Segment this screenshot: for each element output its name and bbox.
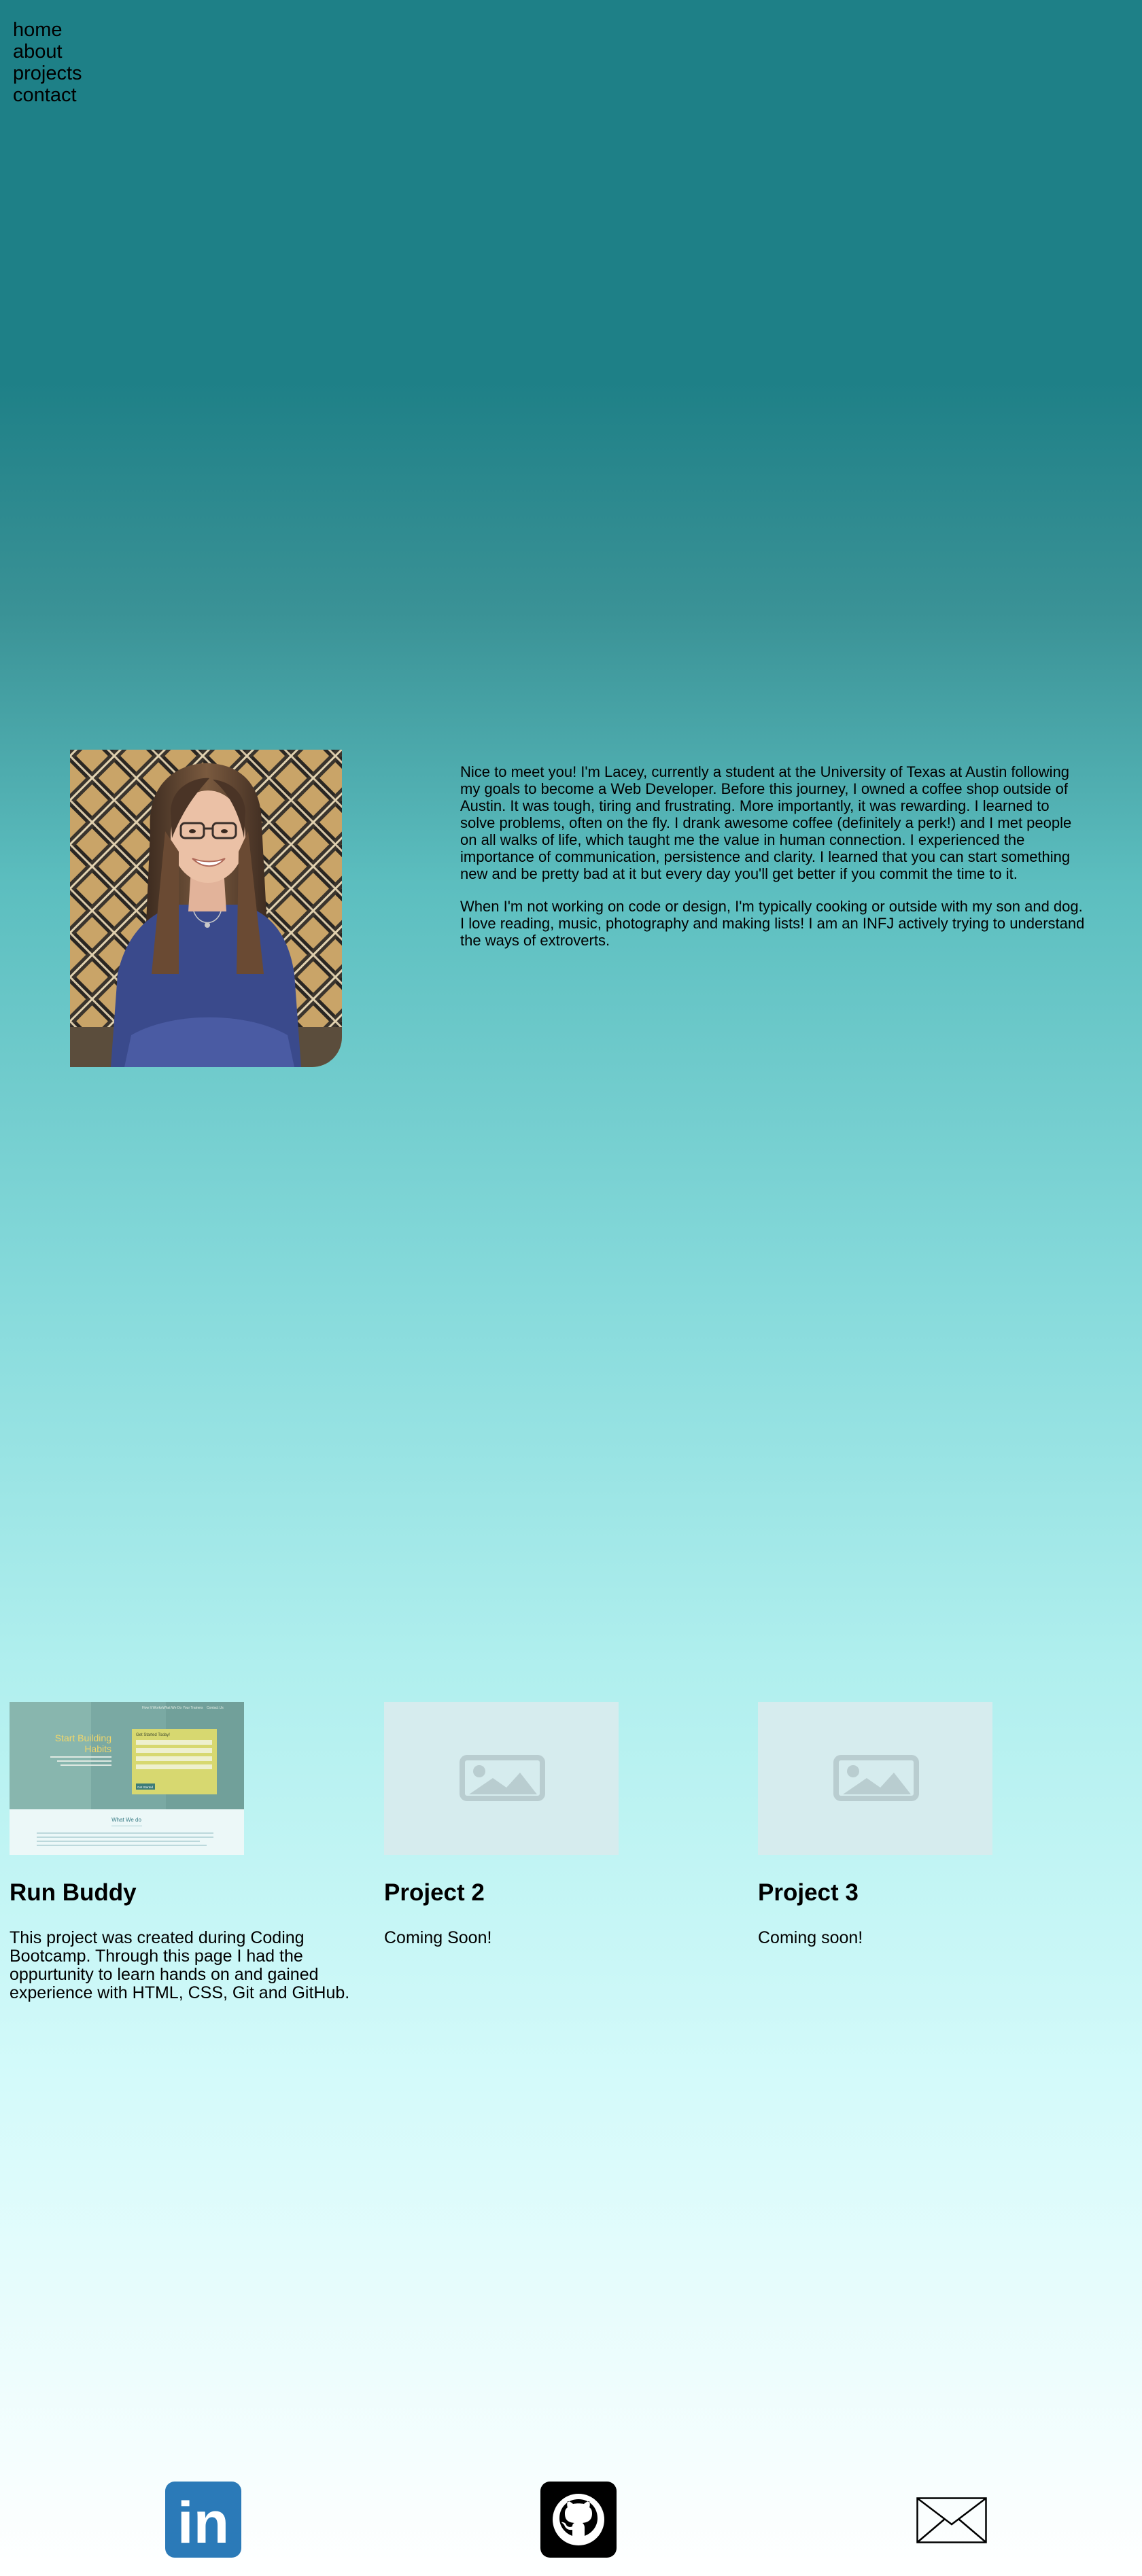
project-card-3: Project 3 Coming soon! bbox=[758, 1702, 1132, 1947]
about-paragraph-1: Nice to meet you! I'm Lacey, currently a… bbox=[460, 763, 1072, 882]
nav-link-home[interactable]: home bbox=[13, 19, 122, 41]
thumb-hero-title-1: Start Building bbox=[55, 1733, 111, 1743]
project-card-2: Project 2 Coming Soon! bbox=[384, 1702, 758, 1947]
github-icon bbox=[540, 2482, 617, 2558]
linkedin-link[interactable]: in bbox=[165, 2482, 241, 2561]
email-link[interactable] bbox=[916, 2497, 987, 2547]
nav-link-about[interactable]: about bbox=[13, 41, 122, 63]
nav-link-projects[interactable]: projects bbox=[13, 63, 122, 84]
project-card-run-buddy: How It Works What We Do Your Trainers Co… bbox=[10, 1702, 383, 2002]
thumb-nav-2: What We Do bbox=[162, 1706, 181, 1710]
project-thumbnail-2[interactable] bbox=[384, 1702, 619, 1855]
linkedin-icon: in bbox=[165, 2482, 241, 2558]
project-title: Run Buddy bbox=[10, 1879, 137, 1906]
thumb-nav-3: Your Trainers bbox=[183, 1706, 203, 1710]
project-description: Coming Soon! bbox=[384, 1928, 492, 1947]
project-thumbnail-run-buddy[interactable]: How It Works What We Do Your Trainers Co… bbox=[10, 1702, 244, 1855]
about-paragraph-2: When I'm not working on code or design, … bbox=[460, 898, 1085, 949]
linkedin-glyph: in bbox=[177, 2490, 229, 2556]
thumb-hero-title-2: Habits bbox=[84, 1743, 111, 1754]
github-link[interactable] bbox=[540, 2482, 617, 2561]
project-title: Project 3 bbox=[758, 1879, 859, 1906]
project-title: Project 2 bbox=[384, 1879, 485, 1906]
nav-link-contact[interactable]: contact bbox=[13, 84, 122, 106]
project-thumbnail-3[interactable] bbox=[758, 1702, 992, 1855]
thumb-form-button: Get Started bbox=[137, 1786, 154, 1789]
project-description: Coming soon! bbox=[758, 1928, 863, 1947]
thumb-section-title: What We do bbox=[111, 1817, 141, 1823]
thumb-nav-1: How It Works bbox=[142, 1706, 162, 1710]
thumb-form-title: Get Started Today! bbox=[136, 1733, 170, 1737]
profile-photo bbox=[70, 750, 342, 1067]
project-description: This project was created during Coding B… bbox=[10, 1928, 350, 2002]
about-text: Nice to meet you! I'm Lacey, currently a… bbox=[460, 763, 1086, 964]
mail-icon bbox=[916, 2497, 987, 2543]
thumb-nav-4: Contact Us bbox=[207, 1706, 224, 1710]
main-nav: home about projects contact bbox=[13, 19, 122, 106]
